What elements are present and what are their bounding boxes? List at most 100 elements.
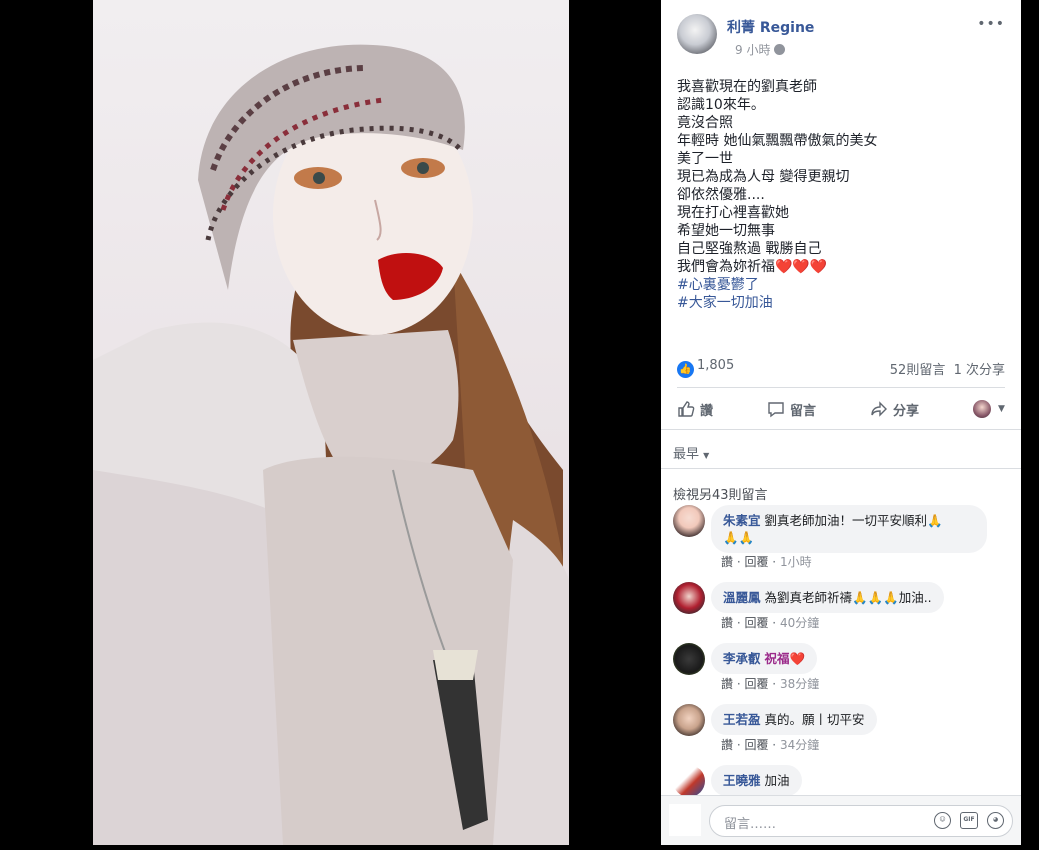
post-line: 現在打心裡喜歡她 bbox=[677, 205, 789, 221]
like-label: 讚 bbox=[700, 403, 714, 419]
comment-bubble: 李承叡 祝福❤️ bbox=[711, 643, 818, 674]
post-line: 自己堅強熬過 戰勝自己 bbox=[677, 241, 822, 257]
comment-input-placeholder: 留言…… bbox=[724, 817, 777, 832]
post-line: 我們會為妳祈福❤️❤️❤️ bbox=[677, 258, 1007, 276]
comment-label: 留言 bbox=[790, 403, 817, 419]
chevron-down-icon: ▼ bbox=[703, 451, 710, 460]
comment-text: 劉真老師加油！一切平安順利🙏 bbox=[764, 513, 943, 528]
comment-icon bbox=[768, 402, 784, 418]
hashtag-link[interactable]: #心裏憂鬱了 bbox=[677, 276, 1007, 294]
counts-right: 52則留言 1 次分享 bbox=[890, 359, 1005, 378]
author-name[interactable]: 利菁 Regine bbox=[727, 17, 814, 37]
commenter-name[interactable]: 朱素宜 bbox=[723, 513, 761, 528]
share-button[interactable]: 分享 bbox=[870, 400, 919, 419]
post-line: 竟沒合照 bbox=[677, 115, 733, 131]
post-meta: 9 小時 bbox=[735, 41, 786, 58]
composer-avatar bbox=[669, 804, 701, 836]
share-count[interactable]: 1 次分享 bbox=[954, 363, 1005, 378]
comment-reply-link[interactable]: 回覆 bbox=[744, 555, 768, 569]
reactions-summary[interactable]: 👍 1,805 bbox=[677, 358, 735, 378]
sticker-icon[interactable]: ◕ bbox=[987, 812, 1004, 829]
post-header: 利菁 Regine 9 小時 ••• bbox=[677, 14, 1007, 58]
share-icon bbox=[871, 401, 888, 417]
hashtag-link[interactable]: #大家一切加油 bbox=[677, 294, 1007, 312]
photo-viewer bbox=[0, 0, 661, 850]
post-line: 卻依然優雅.... bbox=[677, 187, 765, 203]
portrait-illustration bbox=[93, 44, 569, 845]
comment-text: 加油 bbox=[764, 773, 790, 788]
comment-reply-link[interactable]: 回覆 bbox=[744, 738, 768, 752]
comment-actions: 讚 · 回覆 · 38分鐘 bbox=[721, 677, 820, 691]
post-line: 美了一世 bbox=[677, 151, 733, 167]
sort-label: 最早 bbox=[673, 447, 700, 462]
like-count: 1,805 bbox=[697, 358, 735, 373]
comment-reply-link[interactable]: 回覆 bbox=[744, 616, 768, 630]
right-gutter bbox=[1021, 0, 1039, 850]
reaction-stats: 👍 1,805 52則留言 1 次分享 bbox=[677, 358, 1005, 378]
emoji-icon[interactable]: ☺ bbox=[934, 812, 951, 829]
divider bbox=[661, 468, 1021, 469]
post-line: 希望她一切無事 bbox=[677, 223, 775, 239]
post-last-line-text: 我們會為妳祈福 bbox=[677, 259, 775, 275]
chevron-down-icon: ▼ bbox=[998, 404, 1005, 414]
post-photo[interactable] bbox=[93, 0, 569, 845]
comment-time[interactable]: 38分鐘 bbox=[780, 677, 819, 691]
reaction-identity-selector[interactable]: ▼ bbox=[973, 400, 1005, 418]
comment-bubble: 朱素宜 劉真老師加油！一切平安順利🙏 🙏🙏 bbox=[711, 505, 987, 553]
divider bbox=[661, 429, 1021, 430]
comment-time[interactable]: 40分鐘 bbox=[780, 616, 819, 630]
post-time[interactable]: 9 小時 bbox=[735, 43, 770, 57]
comment-like-link[interactable]: 讚 bbox=[721, 555, 733, 569]
comment-like-link[interactable]: 讚 bbox=[721, 677, 733, 691]
comment-button[interactable]: 留言 bbox=[767, 400, 816, 419]
comment-time[interactable]: 1小時 bbox=[780, 555, 812, 569]
comment-text: 真的。願丨切平安 bbox=[764, 712, 865, 727]
comment-text-continued: 🙏🙏 bbox=[723, 530, 755, 545]
comment-text: 祝福❤️ bbox=[764, 651, 806, 666]
like-reaction-icon: 👍 bbox=[677, 361, 694, 378]
comment-text: 為劉真老師祈禱🙏🙏🙏加油.. bbox=[764, 590, 932, 605]
more-options-button[interactable]: ••• bbox=[977, 16, 1005, 32]
view-more-comments-link[interactable]: 檢視另43則留言 bbox=[673, 484, 768, 503]
commenter-avatar[interactable] bbox=[673, 505, 705, 537]
commenter-avatar[interactable] bbox=[673, 704, 705, 736]
post-text: 我喜歡現在的劉真老師 認識10來年。 竟沒合照 年輕時 她仙氣飄飄帶傲氣的美女 … bbox=[677, 78, 1007, 312]
comment-like-link[interactable]: 讚 bbox=[721, 738, 733, 752]
composer-icons: ☺ GIF ◕ bbox=[934, 812, 1004, 829]
comment-count[interactable]: 52則留言 bbox=[890, 363, 946, 378]
post-line: 年輕時 她仙氣飄飄帶傲氣的美女 bbox=[677, 133, 878, 149]
comment-bubble: 王若盈 真的。願丨切平安 bbox=[711, 704, 877, 735]
commenter-name[interactable]: 王若盈 bbox=[723, 712, 761, 727]
comment-item: 溫麗鳳 為劉真老師祈禱🙏🙏🙏加油.. 讚 · 回覆 · 40分鐘 bbox=[673, 582, 1011, 632]
comment-composer: 留言…… ☺ GIF ◕ bbox=[661, 795, 1021, 845]
post-side-panel: 利菁 Regine 9 小時 ••• 我喜歡現在的劉真老師 認識10來年。 竟沒… bbox=[661, 0, 1021, 845]
globe-icon bbox=[774, 44, 786, 55]
thumbs-up-icon bbox=[678, 401, 695, 417]
comment-item: 朱素宜 劉真老師加油！一切平安順利🙏 🙏🙏 讚 · 回覆 · 1小時 bbox=[673, 505, 1011, 571]
heart-emojis: ❤️❤️❤️ bbox=[775, 259, 828, 275]
comment-actions: 讚 · 回覆 · 1小時 bbox=[721, 555, 812, 569]
share-label: 分享 bbox=[893, 403, 920, 419]
divider bbox=[677, 387, 1005, 388]
comment-sort-dropdown[interactable]: 最早 ▼ bbox=[673, 443, 709, 462]
author-avatar[interactable] bbox=[677, 14, 717, 54]
commenter-name[interactable]: 王曉雅 bbox=[723, 773, 761, 788]
like-button[interactable]: 讚 bbox=[677, 400, 713, 419]
post-line: 認識10來年。 bbox=[677, 97, 765, 113]
comment-item: 王曉雅 加油 bbox=[673, 765, 1011, 797]
commenter-avatar[interactable] bbox=[673, 765, 705, 797]
commenter-avatar[interactable] bbox=[673, 582, 705, 614]
commenter-name[interactable]: 溫麗鳳 bbox=[723, 590, 761, 605]
commenter-avatar[interactable] bbox=[673, 643, 705, 675]
post-line: 現已為成為人母 變得更親切 bbox=[677, 169, 850, 185]
gif-icon[interactable]: GIF bbox=[960, 812, 978, 829]
commenter-name[interactable]: 李承叡 bbox=[723, 651, 761, 666]
comment-input[interactable]: 留言…… ☺ GIF ◕ bbox=[709, 805, 1013, 837]
comment-item: 王若盈 真的。願丨切平安 讚 · 回覆 · 34分鐘 bbox=[673, 704, 1011, 754]
comment-time[interactable]: 34分鐘 bbox=[780, 738, 819, 752]
action-bar: 讚 留言 分享 ▼ bbox=[677, 394, 1005, 424]
comment-like-link[interactable]: 讚 bbox=[721, 616, 733, 630]
comment-bubble: 王曉雅 加油 bbox=[711, 765, 802, 796]
comment-reply-link[interactable]: 回覆 bbox=[744, 677, 768, 691]
post-line: 我喜歡現在的劉真老師 bbox=[677, 79, 817, 95]
